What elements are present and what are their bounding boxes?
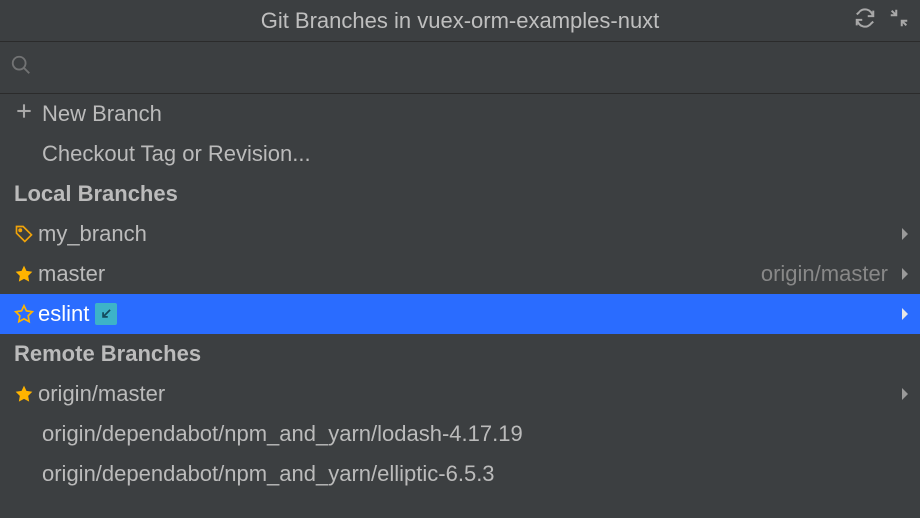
branch-label: eslint (38, 301, 89, 327)
star-outline-icon (14, 304, 38, 324)
search-bar[interactable] (0, 42, 920, 94)
star-filled-icon (14, 264, 38, 284)
remote-branch-dependabot-elliptic[interactable]: origin/dependabot/npm_and_yarn/elliptic-… (0, 454, 920, 494)
branch-label: origin/master (38, 381, 165, 407)
branch-label: master (38, 261, 105, 287)
collapse-icon[interactable] (888, 7, 910, 35)
window-title: Git Branches in vuex-orm-examples-nuxt (261, 8, 660, 34)
local-branch-eslint[interactable]: eslint (0, 294, 920, 334)
tag-icon (14, 224, 38, 244)
remote-branch-origin-master[interactable]: origin/master (0, 374, 920, 414)
remote-branch-dependabot-lodash[interactable]: origin/dependabot/npm_and_yarn/lodash-4.… (0, 414, 920, 454)
chevron-right-icon (900, 261, 910, 287)
titlebar-actions (854, 7, 910, 35)
remote-branches-header: Remote Branches (0, 334, 920, 374)
checkout-tag-action[interactable]: Checkout Tag or Revision... (0, 134, 920, 174)
local-branch-master[interactable]: master origin/master (0, 254, 920, 294)
checkout-tag-label: Checkout Tag or Revision... (42, 141, 311, 167)
chevron-right-icon (900, 301, 910, 327)
local-branch-my_branch[interactable]: my_branch (0, 214, 920, 254)
chevron-right-icon (900, 381, 910, 407)
branch-label: origin/dependabot/npm_and_yarn/lodash-4.… (42, 421, 523, 447)
search-input[interactable] (40, 56, 910, 79)
titlebar: Git Branches in vuex-orm-examples-nuxt (0, 0, 920, 42)
local-branches-title: Local Branches (14, 181, 178, 207)
plus-icon (14, 101, 34, 127)
tracking-label: origin/master (761, 261, 894, 287)
star-filled-icon (14, 384, 38, 404)
incoming-icon (95, 303, 117, 325)
branch-label: origin/dependabot/npm_and_yarn/elliptic-… (42, 461, 495, 487)
search-icon (10, 54, 32, 81)
remote-branches-title: Remote Branches (14, 341, 201, 367)
new-branch-action[interactable]: New Branch (0, 94, 920, 134)
local-branches-header: Local Branches (0, 174, 920, 214)
chevron-right-icon (900, 221, 910, 247)
branch-label: my_branch (38, 221, 147, 247)
new-branch-label: New Branch (42, 101, 162, 127)
refresh-icon[interactable] (854, 7, 876, 35)
